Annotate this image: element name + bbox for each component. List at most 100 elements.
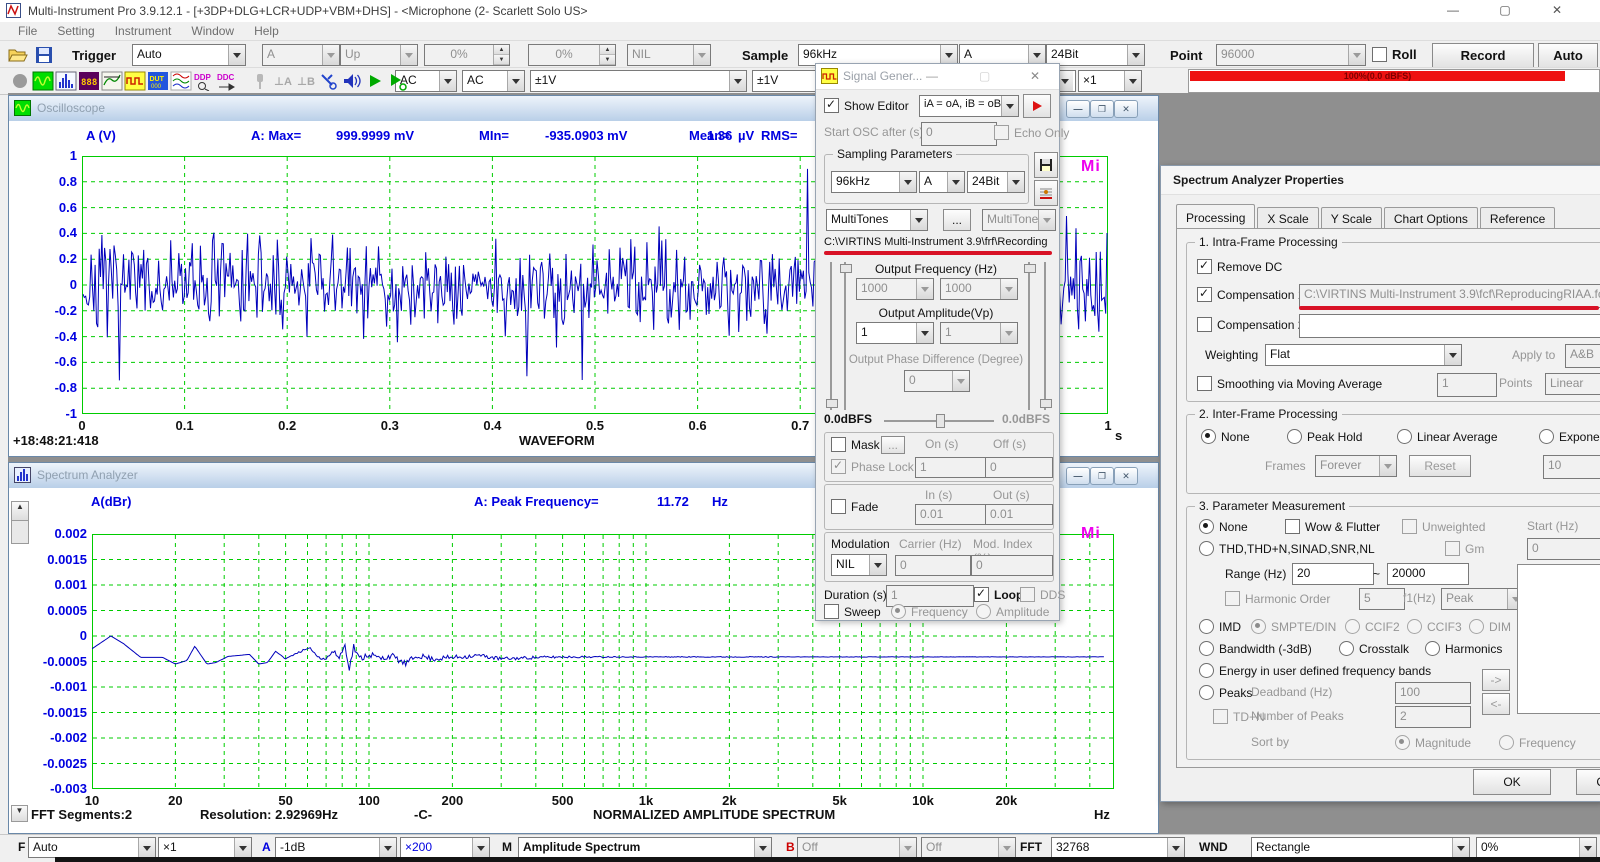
radio-icon[interactable]: [1397, 429, 1412, 444]
checkbox-icon[interactable]: [831, 437, 846, 452]
phase-lock-checkbox[interactable]: Phase Lock: [831, 459, 914, 474]
amplitude-b-combo[interactable]: 1: [940, 322, 1018, 344]
amplitude-slider-a-outer[interactable]: [826, 262, 836, 410]
sort-frequency-radio[interactable]: Frequency: [1499, 735, 1576, 750]
fft-size-combo[interactable]: 32768: [1051, 837, 1185, 858]
spinner-arrows-icon[interactable]: ▲▼: [493, 45, 509, 65]
b-gain-combo[interactable]: Off: [921, 837, 1016, 858]
checkbox-icon[interactable]: [1225, 591, 1240, 606]
waveform-b-combo[interactable]: MultiTones: [982, 209, 1056, 231]
fade-checkbox[interactable]: Fade: [831, 499, 878, 514]
fade-out-input[interactable]: 0.01: [985, 504, 1053, 525]
properties-title-bar[interactable]: Spectrum Analyzer Properties: [1161, 166, 1600, 195]
harmonic-order-input[interactable]: 5: [1359, 588, 1405, 610]
ground-a-icon[interactable]: ⊥A: [271, 70, 295, 92]
range-high-input[interactable]: 20000: [1387, 563, 1469, 585]
save-icon[interactable]: [32, 44, 56, 66]
compensation1-path-input[interactable]: C:\VIRTINS Multi-Instrument 3.9\fcf\Repr…: [1299, 284, 1600, 308]
exp-frames-input[interactable]: 10: [1543, 455, 1600, 479]
add-band-button[interactable]: ->: [1482, 669, 1510, 691]
peaks-radio[interactable]: Peaks: [1199, 685, 1252, 700]
frequency-bands-listbox[interactable]: [1517, 564, 1600, 714]
phase-combo[interactable]: 0: [904, 370, 970, 392]
radio-icon[interactable]: [1199, 685, 1214, 700]
run-record-icon[interactable]: [386, 70, 410, 92]
fit-combo[interactable]: Auto: [28, 837, 156, 858]
ok-button[interactable]: OK: [1473, 769, 1551, 795]
scrollbar-up-icon[interactable]: ▲: [11, 501, 29, 521]
spectrum-analyzer-icon[interactable]: [54, 70, 78, 92]
start-hz-input[interactable]: 0: [1527, 538, 1600, 560]
radio-icon[interactable]: [1251, 619, 1266, 634]
checkbox-icon[interactable]: [824, 98, 839, 113]
frames-combo[interactable]: Forever: [1315, 455, 1397, 477]
range-low-input[interactable]: 20: [1292, 563, 1374, 585]
compensation2-path-input[interactable]: [1299, 314, 1600, 338]
checkbox-icon[interactable]: [1197, 259, 1212, 274]
radio-icon[interactable]: [1339, 641, 1354, 656]
fade-in-input[interactable]: 0.01: [915, 504, 987, 525]
amplitude-slider-a-inner[interactable]: [840, 262, 850, 410]
window-minimize-icon[interactable]: —: [1066, 467, 1090, 485]
menu-window[interactable]: Window: [181, 24, 244, 38]
radio-icon[interactable]: [1287, 429, 1302, 444]
probe-icon[interactable]: [248, 70, 272, 92]
tab-x-scale[interactable]: X Scale: [1257, 207, 1318, 229]
signal-generator-title-bar[interactable]: Signal Gener... — ▢ ✕: [816, 64, 1059, 90]
exponential-average-radio[interactable]: Exponential Average: [1539, 429, 1600, 444]
device-under-test-icon[interactable]: DUT000: [146, 70, 170, 92]
siggen-bits-combo[interactable]: 24Bit: [967, 171, 1025, 193]
score-editor-button[interactable]: [1034, 180, 1058, 206]
menu-instrument[interactable]: Instrument: [105, 24, 182, 38]
checkbox-icon[interactable]: [1197, 317, 1212, 332]
tab-reference[interactable]: Reference: [1480, 207, 1555, 229]
auto-button[interactable]: Auto: [1538, 43, 1598, 68]
harmonic-order-checkbox[interactable]: Harmonic Order: [1225, 591, 1330, 606]
tab-processing[interactable]: Processing: [1176, 204, 1255, 228]
derived-data-curves-icon[interactable]: [169, 70, 193, 92]
record-icon[interactable]: [8, 70, 32, 92]
radio-icon[interactable]: [1425, 641, 1440, 656]
waveform-a-combo[interactable]: MultiTones: [826, 209, 928, 231]
window-restore-icon[interactable]: ❐: [1090, 467, 1114, 485]
modulation-type-combo[interactable]: NIL: [831, 554, 887, 576]
radio-icon[interactable]: [1407, 619, 1422, 634]
interframe-none-radio[interactable]: None: [1201, 429, 1250, 444]
ground-b-icon[interactable]: ⊥B: [294, 70, 318, 92]
oscilloscope-icon[interactable]: [31, 70, 55, 92]
window-minimize-icon[interactable]: —: [1066, 100, 1090, 118]
radio-icon[interactable]: [1345, 619, 1360, 634]
trigger-filter-combo[interactable]: NIL: [627, 44, 711, 66]
show-editor-checkbox[interactable]: Show Editor: [824, 98, 909, 113]
mode-combo[interactable]: Amplitude Spectrum: [518, 837, 772, 858]
maximize-icon[interactable]: ▢: [1492, 3, 1518, 17]
amplitude-slider-b-inner[interactable]: [1024, 262, 1034, 410]
checkbox-icon[interactable]: [1285, 519, 1300, 534]
gm-checkbox[interactable]: Gm: [1445, 541, 1484, 556]
wow-flutter-checkbox[interactable]: Wow & Flutter: [1285, 519, 1380, 534]
legend-dropdown-icon[interactable]: ▼: [11, 805, 28, 822]
start-osc-input[interactable]: 0: [921, 122, 997, 146]
mask-on-input[interactable]: 1: [915, 457, 987, 478]
smpte-radio[interactable]: SMPTE/DIN: [1251, 619, 1336, 634]
loop-checkbox[interactable]: Loop: [974, 587, 1023, 602]
sweep-checkbox[interactable]: Sweep: [824, 604, 881, 619]
checkbox-icon[interactable]: [1197, 287, 1212, 302]
radio-icon[interactable]: [1199, 619, 1214, 634]
range-b-combo[interactable]: ±1V: [752, 70, 818, 92]
linear-average-radio[interactable]: Linear Average: [1397, 429, 1498, 444]
run-icon[interactable]: [363, 70, 387, 92]
radio-icon[interactable]: [1199, 641, 1214, 656]
radio-icon[interactable]: [1499, 735, 1514, 750]
carrier-input[interactable]: 0: [895, 555, 971, 576]
radio-icon[interactable]: [976, 604, 991, 619]
radio-icon[interactable]: [1469, 619, 1484, 634]
echo-only-checkbox[interactable]: Echo Only: [994, 125, 1069, 140]
radio-icon[interactable]: [1539, 429, 1554, 444]
tab-y-scale[interactable]: Y Scale: [1321, 207, 1382, 229]
frequency-b-combo[interactable]: 1000: [940, 278, 1018, 300]
reset-button[interactable]: Reset: [1409, 455, 1471, 477]
mod-index-input[interactable]: 0: [971, 555, 1053, 576]
sampling-bits-combo[interactable]: 24Bit: [1046, 44, 1145, 66]
coupling-b-combo[interactable]: AC: [462, 70, 525, 92]
